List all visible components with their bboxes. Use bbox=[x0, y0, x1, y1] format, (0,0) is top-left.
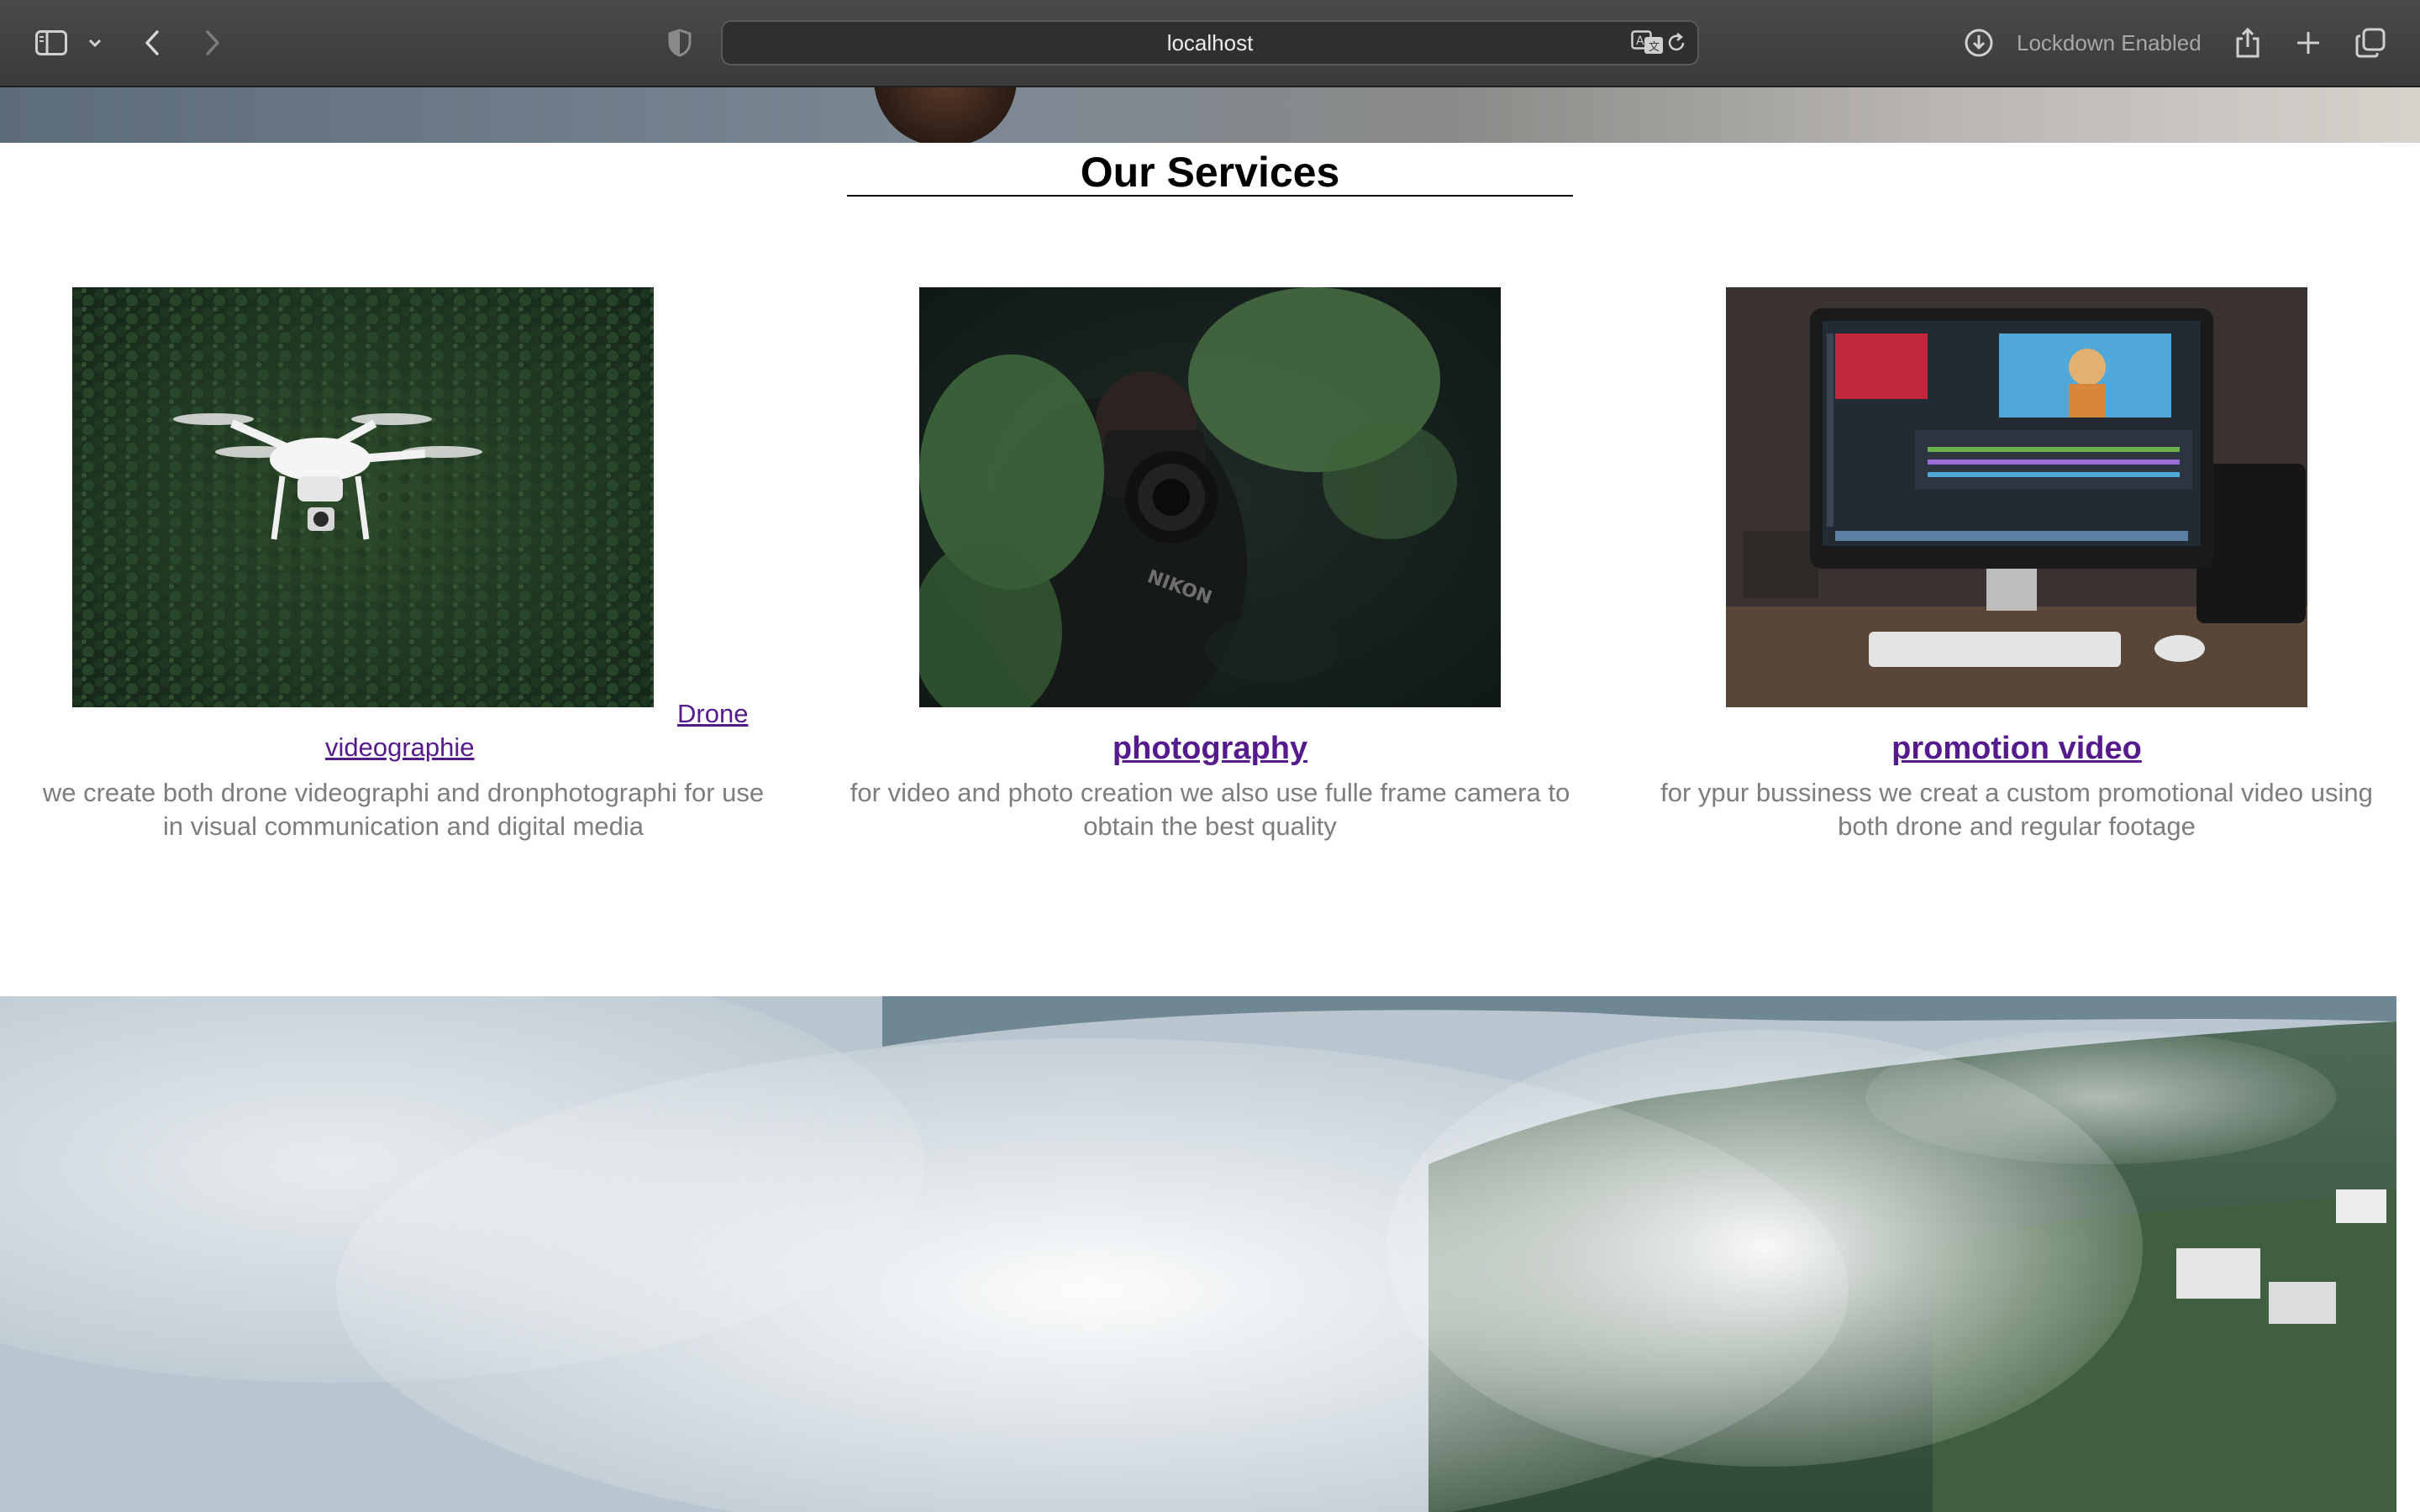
photography-title-link[interactable]: photography bbox=[1113, 731, 1307, 766]
tabs-icon[interactable] bbox=[2349, 22, 2391, 64]
shield-icon[interactable] bbox=[659, 22, 701, 64]
photography-description: for video and photo creation we also use… bbox=[850, 778, 1570, 841]
promotion-video-title: promotion video bbox=[1655, 727, 2378, 769]
services-title: Our Services bbox=[1080, 149, 1340, 196]
photographer-image: NIKON bbox=[919, 287, 1501, 707]
svg-text:A: A bbox=[1636, 34, 1644, 48]
drone-image bbox=[72, 287, 654, 707]
lockdown-status: Lockdown Enabled bbox=[2017, 30, 2202, 55]
drone-title-link-part2[interactable]: videographie bbox=[325, 731, 475, 764]
photography-title: photography bbox=[849, 727, 1571, 769]
video-editing-image bbox=[1726, 287, 2307, 707]
share-icon[interactable] bbox=[2227, 22, 2269, 64]
hero-image-strip bbox=[0, 87, 2420, 143]
reload-icon[interactable] bbox=[1655, 22, 1697, 64]
download-icon[interactable] bbox=[1958, 22, 2000, 64]
title-underline bbox=[847, 195, 1573, 197]
url-text: localhost bbox=[1166, 30, 1254, 55]
promotion-video-title-link[interactable]: promotion video bbox=[1891, 731, 2142, 766]
chevron-left-icon[interactable] bbox=[131, 22, 173, 64]
chevron-down-icon[interactable] bbox=[76, 22, 114, 64]
drone-title-link-part1[interactable]: Drone bbox=[677, 697, 748, 731]
drone-description: we create both drone videographi and dro… bbox=[42, 778, 765, 841]
address-bar[interactable]: localhost A文 bbox=[721, 20, 1699, 66]
promotion-video-description: for ypur bussiness we creat a custom pro… bbox=[1660, 778, 2373, 841]
browser-toolbar: localhost A文 Lockdown Enabled bbox=[0, 0, 2420, 87]
plus-icon[interactable] bbox=[2287, 22, 2329, 64]
aerial-fog-image bbox=[0, 996, 2396, 1512]
chevron-right-icon[interactable] bbox=[192, 22, 234, 64]
sidebar-icon[interactable] bbox=[30, 22, 72, 64]
hero-figure-shape bbox=[874, 87, 1017, 143]
